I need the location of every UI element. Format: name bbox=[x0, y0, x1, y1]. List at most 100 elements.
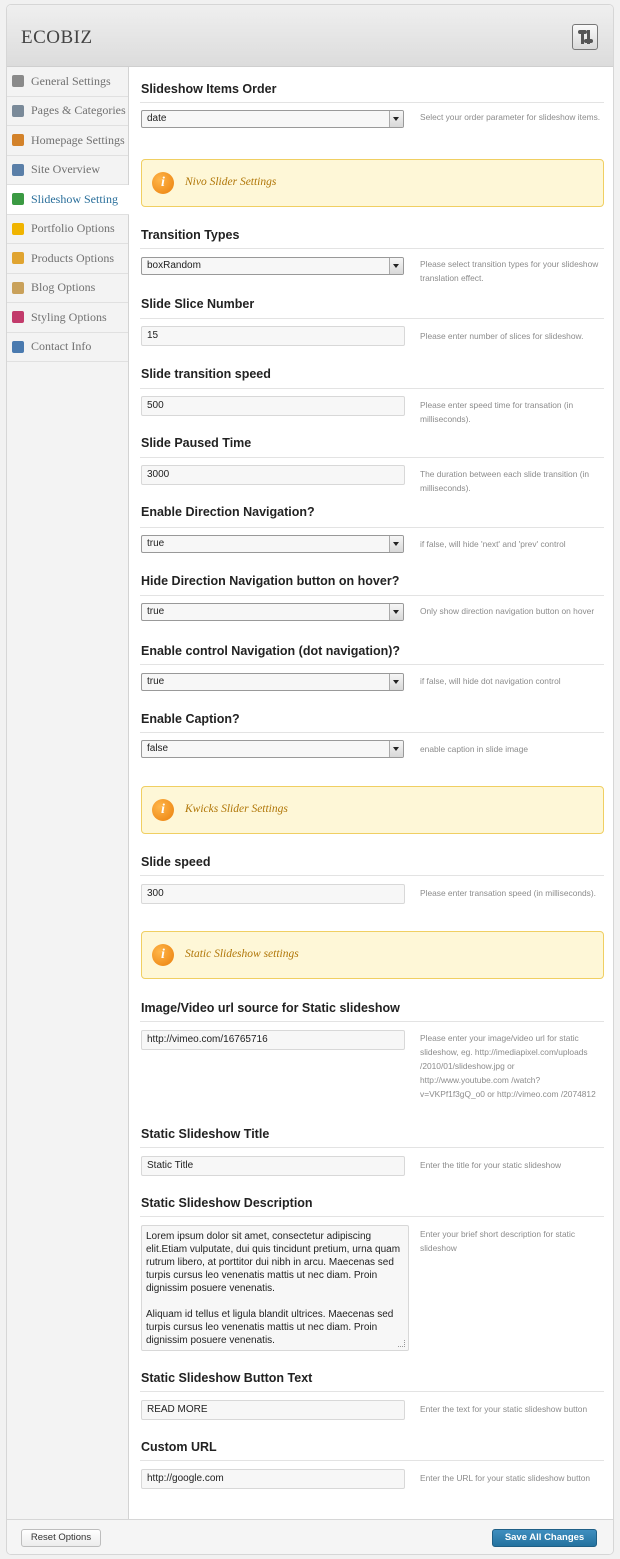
sidebar-item-slideshow-setting[interactable]: Slideshow Setting bbox=[7, 185, 129, 215]
sidebar-item-portfolio-options[interactable]: Portfolio Options bbox=[7, 215, 128, 244]
info-icon: i bbox=[152, 172, 174, 194]
sidebar-item-contact-info[interactable]: Contact Info bbox=[7, 333, 128, 362]
divider bbox=[140, 457, 604, 458]
field-title-paused-time: Slide Paused Time bbox=[141, 436, 252, 450]
divider bbox=[140, 318, 604, 319]
sidebar-item-products-options[interactable]: Products Options bbox=[7, 244, 128, 274]
slice-number-input[interactable]: 15 bbox=[141, 326, 405, 346]
direction-nav-select[interactable]: true bbox=[141, 535, 404, 553]
divider bbox=[140, 248, 604, 249]
divider bbox=[140, 527, 604, 528]
chevron-down-icon bbox=[389, 258, 403, 274]
static-description-textarea[interactable]: Lorem ipsum dolor sit amet, consectetur … bbox=[141, 1225, 409, 1351]
divider bbox=[140, 1391, 604, 1392]
chevron-down-icon bbox=[389, 741, 403, 757]
nivo-settings-notice: i Nivo Slider Settings bbox=[141, 159, 604, 207]
gear-icon bbox=[12, 75, 24, 88]
field-desc-slice-number: Please enter number of slices for slides… bbox=[420, 331, 584, 341]
field-desc-paused-time: The duration between each slide transiti… bbox=[420, 469, 589, 493]
resize-handle-icon[interactable] bbox=[398, 1340, 405, 1347]
divider bbox=[140, 595, 604, 596]
monitor-icon bbox=[12, 163, 24, 176]
pencil-icon bbox=[12, 281, 24, 294]
sidebar-item-blog-options[interactable]: Blog Options bbox=[7, 274, 128, 303]
button-text-input[interactable]: READ MORE bbox=[141, 1400, 405, 1420]
info-icon: i bbox=[152, 799, 174, 821]
field-desc-control-nav: if false, will hide dot navigation contr… bbox=[420, 676, 561, 686]
header: ECOBIZ bbox=[7, 5, 613, 67]
field-desc-slideshow-order: Select your order parameter for slidesho… bbox=[420, 112, 601, 122]
field-desc-transition-speed: Please enter speed time for transation (… bbox=[420, 400, 574, 424]
divider bbox=[140, 1021, 604, 1022]
field-title-transition-types: Transition Types bbox=[141, 228, 240, 242]
star-icon bbox=[12, 222, 24, 235]
options-panel: ECOBIZ General Settings Pages & Categori… bbox=[6, 4, 614, 1555]
field-desc-static-title: Enter the title for your static slidesho… bbox=[420, 1160, 562, 1170]
info-icon: i bbox=[152, 944, 174, 966]
divider bbox=[140, 1147, 604, 1148]
sidebar-item-pages-categories[interactable]: Pages & Categories bbox=[7, 97, 128, 126]
transition-types-select[interactable]: boxRandom bbox=[141, 257, 404, 275]
contact-icon bbox=[12, 340, 24, 353]
sidebar-item-homepage-settings[interactable]: Homepage Settings bbox=[7, 126, 128, 156]
sidebar-item-general-settings[interactable]: General Settings bbox=[7, 67, 128, 97]
image-icon bbox=[12, 193, 24, 206]
kwicks-settings-notice: i Kwicks Slider Settings bbox=[141, 786, 604, 834]
chevron-down-icon bbox=[389, 536, 403, 552]
field-desc-direction-nav: if false, will hide 'next' and 'prev' co… bbox=[420, 539, 566, 549]
divider bbox=[140, 875, 604, 876]
static-title-input[interactable]: Static Title bbox=[141, 1156, 405, 1176]
chevron-down-icon bbox=[389, 674, 403, 690]
divider bbox=[140, 1460, 604, 1461]
field-desc-static-description: Enter your brief short description for s… bbox=[420, 1229, 576, 1253]
field-title-static-url: Image/Video url source for Static slides… bbox=[141, 1001, 400, 1015]
field-title-static-description: Static Slideshow Description bbox=[141, 1196, 313, 1210]
caption-select[interactable]: false bbox=[141, 740, 404, 758]
slide-speed-input[interactable]: 300 bbox=[141, 884, 405, 904]
field-title-custom-url: Custom URL bbox=[141, 1440, 217, 1454]
slideshow-order-select[interactable]: date bbox=[141, 110, 404, 128]
static-settings-notice: i Static Slideshow settings bbox=[141, 931, 604, 979]
settings-tool-button[interactable] bbox=[572, 24, 598, 50]
field-desc-caption: enable caption in slide image bbox=[420, 744, 529, 754]
field-title-hide-direction-nav: Hide Direction Navigation button on hove… bbox=[141, 574, 400, 588]
field-title-slide-speed: Slide speed bbox=[141, 855, 211, 869]
hide-direction-nav-select[interactable]: true bbox=[141, 603, 404, 621]
field-desc-button-text: Enter the text for your static slideshow… bbox=[420, 1404, 588, 1414]
palette-icon bbox=[12, 311, 24, 324]
chart-icon bbox=[12, 104, 24, 117]
field-desc-custom-url: Enter the URL for your static slideshow … bbox=[420, 1473, 591, 1483]
control-nav-select[interactable]: true bbox=[141, 673, 404, 691]
sidebar: General Settings Pages & Categories Home… bbox=[7, 67, 129, 1519]
static-url-input[interactable]: http://vimeo.com/16765716 bbox=[141, 1030, 405, 1050]
field-title-slideshow-order: Slideshow Items Order bbox=[141, 82, 277, 96]
sidebar-item-styling-options[interactable]: Styling Options bbox=[7, 303, 128, 333]
divider bbox=[140, 732, 604, 733]
divider bbox=[140, 1216, 604, 1217]
paused-time-input[interactable]: 3000 bbox=[141, 465, 405, 485]
field-desc-slide-speed: Please enter transation speed (in millis… bbox=[420, 888, 596, 898]
reset-options-button[interactable]: Reset Options bbox=[21, 1529, 101, 1547]
field-title-direction-nav: Enable Direction Navigation? bbox=[141, 505, 315, 519]
field-title-control-nav: Enable control Navigation (dot navigatio… bbox=[141, 644, 401, 658]
field-desc-hide-direction-nav: Only show direction navigation button on… bbox=[420, 606, 595, 616]
sidebar-item-site-overview[interactable]: Site Overview bbox=[7, 156, 128, 185]
footer-bar: Reset Options Save All Changes bbox=[7, 1519, 613, 1554]
save-all-changes-button[interactable]: Save All Changes bbox=[492, 1529, 597, 1547]
field-title-slice-number: Slide Slice Number bbox=[141, 297, 255, 311]
divider bbox=[140, 102, 604, 103]
home-icon bbox=[12, 134, 24, 147]
field-title-static-title: Static Slideshow Title bbox=[141, 1127, 270, 1141]
field-title-caption: Enable Caption? bbox=[141, 712, 240, 726]
field-title-transition-speed: Slide transition speed bbox=[141, 367, 271, 381]
divider bbox=[140, 388, 604, 389]
chevron-down-icon bbox=[389, 111, 403, 127]
divider bbox=[140, 664, 604, 665]
transition-speed-input[interactable]: 500 bbox=[141, 396, 405, 416]
chevron-down-icon bbox=[389, 604, 403, 620]
box-icon bbox=[12, 252, 24, 265]
field-desc-static-url: Please enter your image/video url for st… bbox=[420, 1033, 596, 1099]
custom-url-input[interactable]: http://google.com bbox=[141, 1469, 405, 1489]
field-desc-transition-types: Please select transition types for your … bbox=[420, 259, 599, 283]
app-title: ECOBIZ bbox=[21, 27, 93, 48]
